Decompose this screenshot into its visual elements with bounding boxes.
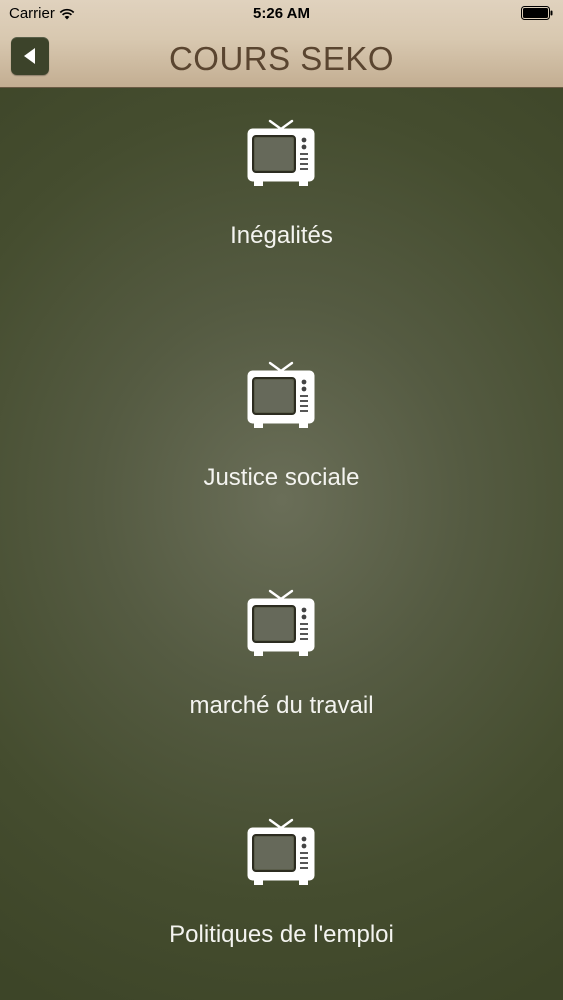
page-title: COURS SEKO bbox=[168, 40, 395, 77]
course-label: Politiques de l'emploi bbox=[169, 921, 394, 948]
tv-icon bbox=[246, 817, 316, 887]
battery-icon bbox=[521, 6, 553, 20]
course-item-justice-sociale[interactable]: Justice sociale bbox=[0, 330, 563, 500]
course-item-politiques-de-l-emploi[interactable]: Politiques de l'emploi bbox=[0, 787, 563, 957]
course-item-marche-du-travail[interactable]: marché du travail bbox=[0, 558, 563, 728]
status-time: 5:26 AM bbox=[253, 5, 310, 22]
tv-icon bbox=[246, 360, 316, 430]
course-label: marché du travail bbox=[189, 692, 374, 719]
app-screen: Carrier 5:26 AM COURS SEKO Inégalités Ju… bbox=[0, 0, 563, 1000]
tv-icon bbox=[246, 118, 316, 188]
course-label: Inégalités bbox=[230, 222, 333, 249]
top-bar: Carrier 5:26 AM COURS SEKO bbox=[0, 0, 563, 88]
course-label: Justice sociale bbox=[203, 464, 360, 491]
navigation-bar: COURS SEKO bbox=[0, 28, 563, 87]
course-list: Inégalités Justice sociale marché du tra… bbox=[0, 88, 563, 1000]
course-item-inegalites[interactable]: Inégalités bbox=[0, 88, 563, 258]
status-bar: Carrier 5:26 AM bbox=[0, 0, 563, 28]
tv-icon bbox=[246, 588, 316, 658]
